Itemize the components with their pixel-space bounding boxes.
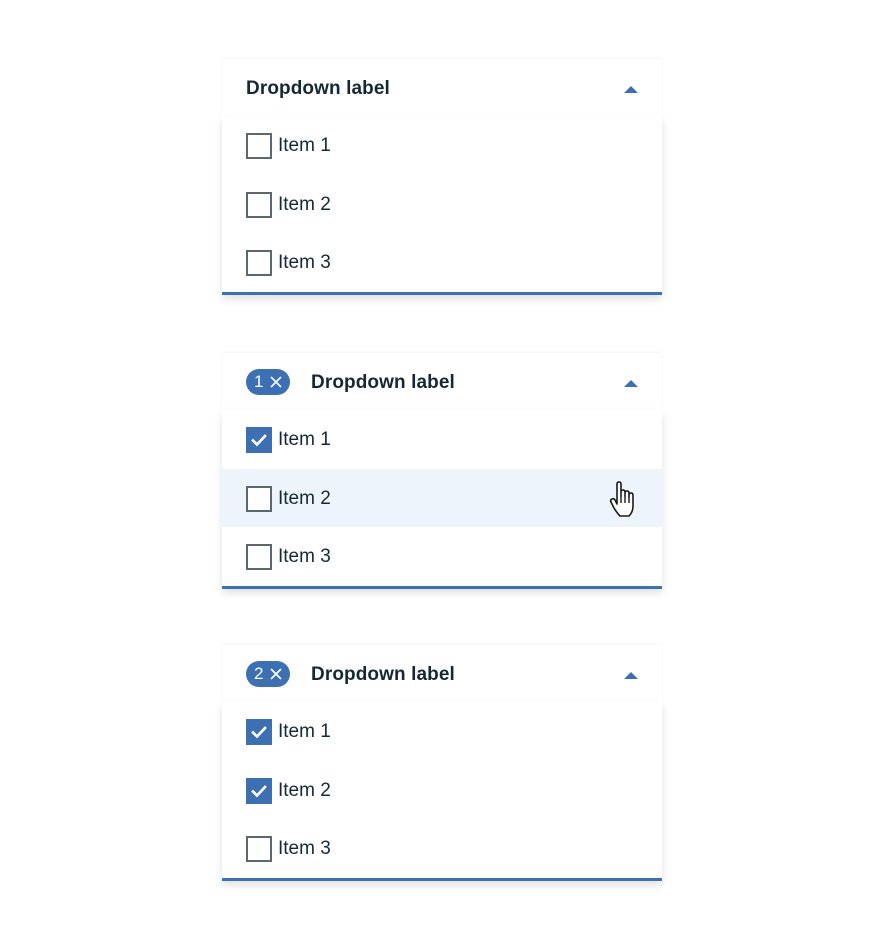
item-label: Item 2 bbox=[278, 193, 331, 215]
checkbox-checked[interactable] bbox=[246, 777, 272, 804]
checkbox[interactable] bbox=[246, 191, 272, 218]
dropdown-3: 2 Dropdown label Item 1 Item 2 Item 3 bbox=[222, 645, 662, 881]
dropdown-2: 1 Dropdown label Item 1 Item 2 Item 3 bbox=[222, 353, 662, 589]
item-label: Item 1 bbox=[278, 135, 331, 156]
caret-up-icon[interactable] bbox=[624, 380, 638, 387]
item-label: Item 3 bbox=[278, 252, 331, 273]
checkmark-icon bbox=[251, 726, 267, 739]
item-label: Item 1 bbox=[278, 429, 331, 450]
selection-count-tag[interactable]: 1 bbox=[246, 369, 290, 395]
dropdown-header[interactable]: Dropdown label bbox=[222, 59, 662, 116]
list-item-hovered[interactable]: Item 2 bbox=[222, 468, 662, 527]
list-item[interactable]: Item 3 bbox=[222, 233, 662, 292]
checkbox-checked[interactable] bbox=[246, 427, 272, 453]
item-label: Item 3 bbox=[278, 546, 331, 567]
list-item[interactable]: Item 1 bbox=[222, 116, 662, 175]
checkbox[interactable] bbox=[246, 250, 272, 276]
dropdown-label: Dropdown label bbox=[311, 664, 455, 685]
checkbox[interactable] bbox=[246, 544, 272, 570]
dropdown-label: Dropdown label bbox=[246, 78, 390, 99]
close-icon[interactable] bbox=[269, 375, 283, 389]
dropdown-menu: Item 1 Item 2 Item 3 bbox=[222, 116, 662, 295]
dropdown-header[interactable]: 1 Dropdown label bbox=[222, 353, 662, 410]
checkbox[interactable] bbox=[246, 485, 272, 512]
checkmark-icon bbox=[251, 784, 267, 797]
caret-up-icon[interactable] bbox=[624, 672, 638, 679]
item-label: Item 2 bbox=[278, 779, 331, 801]
list-item[interactable]: Item 3 bbox=[222, 527, 662, 586]
close-icon[interactable] bbox=[269, 667, 283, 681]
list-item[interactable]: Item 3 bbox=[222, 819, 662, 878]
caret-up-icon[interactable] bbox=[624, 86, 638, 93]
dropdown-menu: Item 1 Item 2 Item 3 bbox=[222, 410, 662, 589]
item-label: Item 1 bbox=[278, 721, 331, 742]
selection-count-tag[interactable]: 2 bbox=[246, 661, 290, 687]
item-label: Item 2 bbox=[278, 487, 331, 509]
checkbox[interactable] bbox=[246, 836, 272, 862]
dropdown-header[interactable]: 2 Dropdown label bbox=[222, 645, 662, 702]
list-item[interactable]: Item 2 bbox=[222, 175, 662, 234]
dropdown-menu: Item 1 Item 2 Item 3 bbox=[222, 702, 662, 881]
checkmark-icon bbox=[251, 434, 267, 447]
list-item[interactable]: Item 1 bbox=[222, 410, 662, 469]
hand-pointer-icon bbox=[609, 480, 634, 517]
checkbox[interactable] bbox=[246, 133, 272, 159]
dropdown-1: Dropdown label Item 1 Item 2 Item 3 bbox=[222, 59, 662, 295]
tag-count: 1 bbox=[254, 372, 264, 391]
list-item[interactable]: Item 1 bbox=[222, 702, 662, 761]
list-item[interactable]: Item 2 bbox=[222, 761, 662, 820]
dropdown-label: Dropdown label bbox=[311, 372, 455, 393]
item-label: Item 3 bbox=[278, 838, 331, 859]
tag-count: 2 bbox=[254, 664, 264, 683]
checkbox-checked[interactable] bbox=[246, 719, 272, 745]
